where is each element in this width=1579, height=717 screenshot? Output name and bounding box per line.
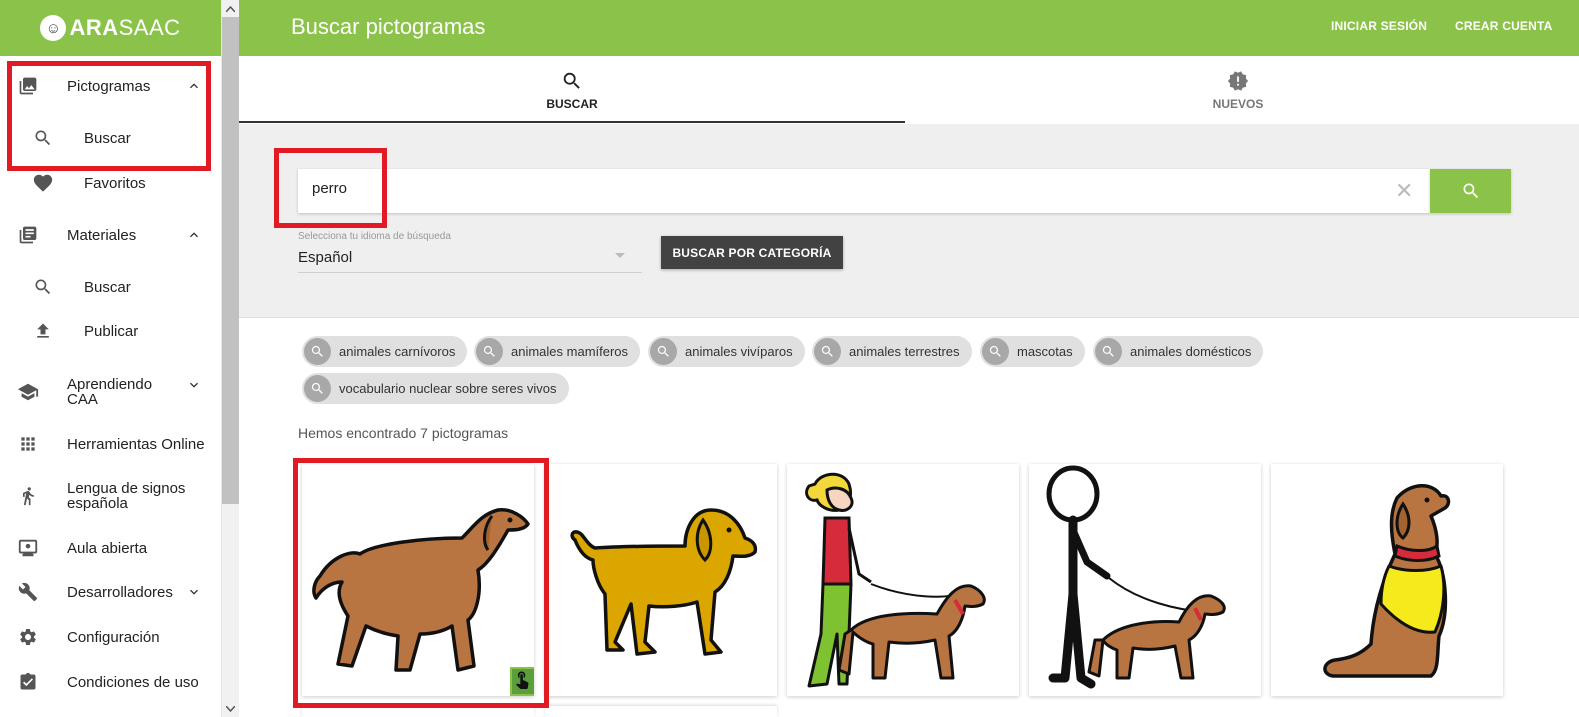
search-input[interactable] <box>312 180 1212 197</box>
chevron-down-icon <box>190 589 198 595</box>
sidebar-item-materiales-buscar[interactable]: Buscar <box>0 276 222 298</box>
pictogram-card[interactable] <box>302 464 534 696</box>
sidebar-item-materiales[interactable]: Materiales <box>0 224 222 246</box>
search-icon <box>1463 183 1478 199</box>
tag-chip[interactable]: mascotas <box>980 336 1085 367</box>
new-releases-icon <box>1227 70 1249 91</box>
sidebar-item-condiciones[interactable]: Condiciones de uso <box>0 671 222 693</box>
upload-icon <box>32 320 54 342</box>
sidebar-item-aula-abierta[interactable]: Aula abierta <box>0 537 222 559</box>
search-icon <box>814 338 841 365</box>
scroll-up-arrow-icon[interactable] <box>222 0 239 17</box>
tag-chip[interactable]: animales mamíferos <box>474 336 641 367</box>
page-title: Buscar pictogramas <box>291 14 486 39</box>
sidebar-item-pictogramas-buscar[interactable]: Buscar <box>0 127 222 149</box>
apps-grid-icon <box>17 433 39 455</box>
dropdown-caret-icon[interactable] <box>615 253 625 258</box>
search-icon <box>32 276 54 298</box>
library-books-icon <box>17 224 39 246</box>
logo-mark-icon: ☺ <box>40 15 67 41</box>
heart-icon <box>32 172 54 194</box>
school-icon <box>17 381 39 403</box>
search-icon <box>563 72 580 89</box>
sidebar: ☺ ARASAAC <box>0 0 222 717</box>
search-icon <box>650 338 677 365</box>
search-icon <box>304 375 331 402</box>
sidebar-item-lengua-signos[interactable]: Lengua de signos española <box>0 481 222 511</box>
girl-walking-dog-pictogram <box>805 472 986 688</box>
photo-library-icon <box>17 75 39 97</box>
wrench-icon <box>17 581 39 603</box>
assignment-check-icon <box>17 671 39 693</box>
sidebar-scroll-thumb[interactable] <box>222 17 239 504</box>
tab-buscar[interactable]: BUSCAR <box>239 56 905 124</box>
tab-nuevos[interactable]: NUEVOS <box>905 56 1571 124</box>
language-select-label: Selecciona tu idioma de búsqueda <box>298 231 451 242</box>
dog-pictogram <box>312 508 530 672</box>
classroom-icon <box>17 537 39 559</box>
sidebar-item-favoritos[interactable]: Favoritos <box>0 172 222 194</box>
dog-pictogram <box>570 508 758 656</box>
close-icon[interactable]: ✕ <box>1395 178 1413 204</box>
pictogram-card[interactable] <box>1029 464 1261 696</box>
scroll-down-arrow-icon[interactable] <box>222 700 239 717</box>
sidebar-item-herramientas[interactable]: Herramientas Online <box>0 433 222 455</box>
tag-chip[interactable]: animales vivíparos <box>648 336 805 367</box>
gear-icon <box>17 626 39 648</box>
search-field[interactable]: ✕ <box>298 169 1430 213</box>
search-icon <box>982 338 1009 365</box>
register-button[interactable]: CREAR CUENTA <box>1455 19 1553 33</box>
chevron-up-icon <box>190 232 198 238</box>
chevron-down-icon <box>190 382 198 388</box>
search-panel <box>239 124 1579 318</box>
results-count: Hemos encontrado 7 pictogramas <box>298 425 509 441</box>
search-button[interactable] <box>1430 169 1511 213</box>
tag-chip[interactable]: vocabulario nuclear sobre seres vivos <box>302 373 569 404</box>
sidebar-item-desarrolladores[interactable]: Desarrolladores <box>0 581 222 603</box>
sidebar-item-publicar[interactable]: Publicar <box>0 320 222 342</box>
chevron-up-icon <box>190 83 198 89</box>
active-tab-indicator <box>239 121 905 123</box>
sidebar-item-pictogramas[interactable]: Pictogramas <box>0 75 222 97</box>
service-dog-pictogram <box>1323 484 1451 678</box>
pictogram-card[interactable] <box>302 706 534 717</box>
pictogram-card[interactable] <box>787 464 1019 696</box>
pictogram-card[interactable] <box>545 464 777 696</box>
logo[interactable]: ☺ ARASAAC <box>0 0 221 56</box>
search-icon <box>476 338 503 365</box>
tag-chip[interactable]: animales domésticos <box>1093 336 1264 367</box>
tag-chip[interactable]: animales carnívoros <box>302 336 468 367</box>
sign-language-icon <box>17 485 39 507</box>
sidebar-item-configuracion[interactable]: Configuración <box>0 626 222 648</box>
tag-chip[interactable]: animales terrestres <box>812 336 972 367</box>
touch-icon[interactable] <box>510 667 534 696</box>
search-icon <box>1095 338 1122 365</box>
pictogram-card[interactable] <box>1271 464 1503 696</box>
search-icon <box>304 338 331 365</box>
pictogram-card[interactable] <box>545 706 777 717</box>
person-walking-dog-pictogram <box>1046 465 1226 689</box>
search-by-category-button[interactable]: BUSCAR POR CATEGORÍA <box>661 236 843 269</box>
language-select[interactable]: Español <box>298 249 352 266</box>
login-button[interactable]: INICIAR SESIÓN <box>1331 19 1427 33</box>
sidebar-item-aprendiendo-caa[interactable]: Aprendiendo CAA <box>0 377 222 407</box>
search-icon <box>32 127 54 149</box>
language-select-underline <box>298 272 642 273</box>
